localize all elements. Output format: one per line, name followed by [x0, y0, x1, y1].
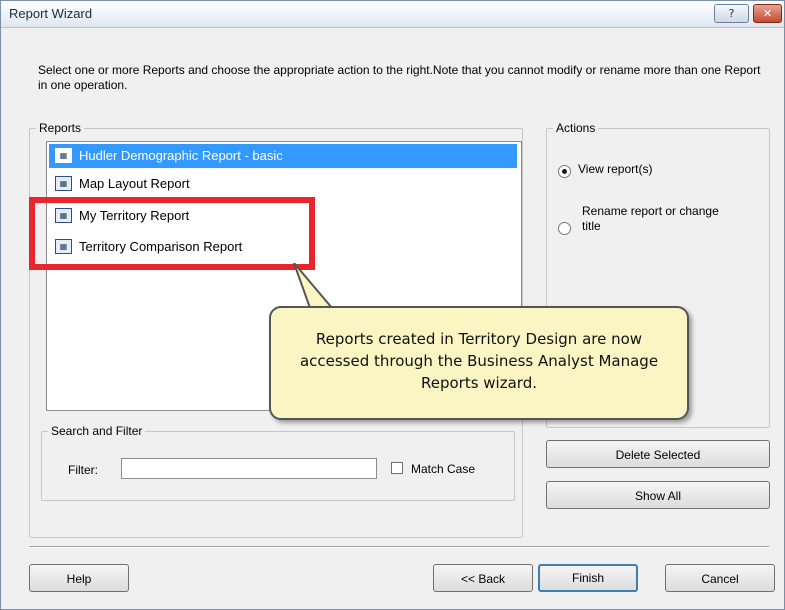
callout-text: Reports created in Territory Design are … [299, 330, 659, 392]
search-filter-group-label: Search and Filter [48, 424, 146, 438]
report-item-label: Map Layout Report [79, 176, 190, 191]
highlight-rectangle [29, 197, 315, 270]
window-title: Report Wizard [9, 6, 93, 21]
report-wizard-window: Report Wizard ? ✕ Select one or more Rep… [0, 0, 785, 610]
match-case-checkbox[interactable] [391, 462, 403, 474]
back-button[interactable]: << Back [433, 564, 533, 592]
cancel-button[interactable]: Cancel [665, 564, 775, 592]
filter-label: Filter: [68, 463, 98, 477]
rename-report-radio[interactable] [558, 222, 571, 235]
title-bar[interactable]: Report Wizard ? ✕ [1, 1, 784, 28]
reports-group-label: Reports [36, 121, 85, 135]
help-button[interactable]: Help [29, 564, 129, 592]
report-item[interactable]: ▦ Map Layout Report [49, 172, 517, 196]
view-reports-label[interactable]: View report(s) [578, 162, 652, 177]
show-all-button[interactable]: Show All [546, 481, 770, 509]
rename-report-label[interactable]: Rename report or change title [582, 204, 722, 234]
match-case-label[interactable]: Match Case [411, 462, 475, 476]
filter-input[interactable] [121, 458, 377, 479]
report-icon: ▦ [55, 148, 72, 163]
close-button[interactable]: ✕ [753, 4, 782, 23]
actions-group-label: Actions [553, 121, 599, 135]
callout-box: Reports created in Territory Design are … [269, 306, 689, 420]
radio-selected-dot [562, 169, 567, 174]
report-icon: ▦ [55, 176, 72, 191]
footer-separator [29, 546, 769, 548]
finish-button[interactable]: Finish [538, 564, 638, 592]
report-item-label: Hudler Demographic Report - basic [79, 148, 283, 163]
instructions-text: Select one or more Reports and choose th… [38, 63, 761, 92]
report-item[interactable]: ▦ Hudler Demographic Report - basic [49, 144, 517, 168]
delete-selected-button[interactable]: Delete Selected [546, 440, 770, 468]
help-title-button[interactable]: ? [714, 4, 749, 23]
view-reports-radio[interactable] [558, 165, 571, 178]
